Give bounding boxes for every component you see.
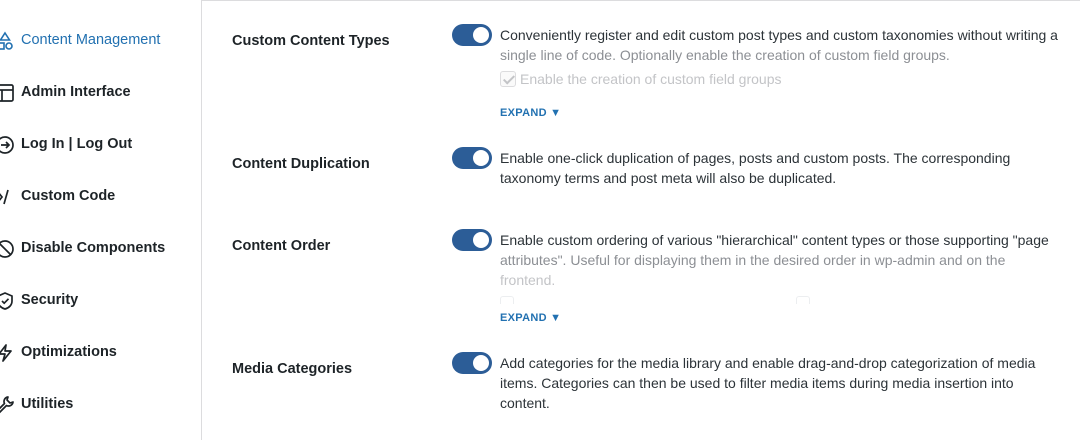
sidebar-item-label: Admin Interface [21, 84, 131, 100]
sidebar-item-content-management[interactable]: Content Management [0, 26, 200, 56]
setting-description: Conveniently register and edit custom po… [500, 25, 1080, 65]
description-line: taxonomy terms and post meta will also b… [500, 170, 837, 186]
sidebar-item-label: Content Management [21, 32, 161, 48]
content-duplication-toggle[interactable] [452, 147, 492, 169]
setting-title: Custom Content Types [232, 33, 390, 49]
description-line: single line of code. Optionally enable t… [500, 47, 950, 63]
description-line: Enable custom ordering of various "hiera… [500, 232, 1049, 248]
toggle-knob [473, 27, 489, 43]
code-icon [0, 187, 15, 207]
setting-description: Enable custom ordering of various "hiera… [500, 230, 1080, 290]
shield-icon [0, 291, 15, 311]
sidebar-item-optimizations[interactable]: Optimizations [0, 338, 200, 368]
content-order-toggle[interactable] [452, 229, 492, 251]
faded-options [500, 296, 1080, 306]
setting-description: Enable one-click duplication of pages, p… [500, 148, 1080, 188]
description-line: Add categories for the media library and… [500, 355, 1036, 371]
toggle-knob [473, 355, 489, 371]
sidebar-item-label: Security [21, 292, 79, 308]
login-logout-icon [0, 135, 15, 155]
checkbox-box [500, 71, 516, 87]
wrench-icon [0, 395, 15, 415]
custom-field-groups-checkbox[interactable]: Enable the creation of custom field grou… [500, 71, 782, 87]
sidebar: Content Management Admin Interface Log I… [0, 0, 202, 440]
checkbox-label: Enable the creation of custom field grou… [520, 71, 782, 87]
description-line: items. Categories can then be used to fi… [500, 375, 1014, 391]
description-line: Conveniently register and edit custom po… [500, 27, 1058, 43]
setting-description: Add categories for the media library and… [500, 353, 1080, 413]
description-line: attributes". Useful for displaying them … [500, 252, 1006, 268]
sidebar-item-label: Custom Code [21, 188, 116, 204]
toggle-knob [473, 150, 489, 166]
setting-title: Media Categories [232, 361, 353, 377]
sidebar-item-utilities[interactable]: Utilities [0, 390, 200, 420]
custom-content-types-toggle[interactable] [452, 24, 492, 46]
sidebar-item-label: Optimizations [21, 344, 117, 360]
setting-title: Content Duplication [232, 156, 370, 172]
sidebar-item-login-logout[interactable]: Log In | Log Out [0, 130, 200, 160]
sidebar-item-admin-interface[interactable]: Admin Interface [0, 78, 200, 108]
sidebar-item-custom-code[interactable]: Custom Code [0, 182, 200, 212]
expand-link[interactable]: EXPAND ▼ [500, 107, 561, 119]
lightning-icon [0, 343, 15, 363]
description-line: frontend. [500, 272, 556, 288]
description-line: content. [500, 395, 550, 411]
media-categories-toggle[interactable] [452, 352, 492, 374]
content-management-icon [0, 31, 15, 51]
sidebar-item-label: Utilities [21, 396, 74, 412]
toggle-knob [473, 232, 489, 248]
sidebar-item-label: Disable Components [21, 240, 166, 256]
sidebar-item-disable-components[interactable]: Disable Components [0, 234, 200, 264]
disable-icon [0, 239, 15, 259]
description-line: Enable one-click duplication of pages, p… [500, 150, 1011, 166]
expand-link[interactable]: EXPAND ▼ [500, 312, 561, 324]
sidebar-item-security[interactable]: Security [0, 286, 200, 316]
setting-title: Content Order [232, 238, 331, 254]
sidebar-item-label: Log In | Log Out [21, 136, 133, 152]
admin-interface-icon [0, 83, 15, 103]
